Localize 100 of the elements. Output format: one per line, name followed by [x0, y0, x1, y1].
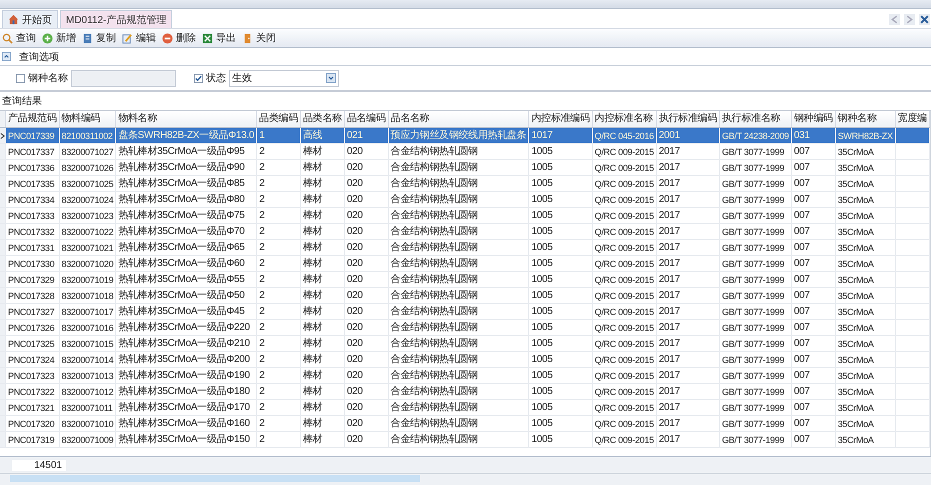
table-cell: 007	[794, 194, 810, 204]
table-cell: 合金结构钢热轧圆钢	[390, 338, 478, 348]
table-cell: GB/T 3077-1999	[722, 386, 784, 396]
table-cell: PNC017331	[8, 242, 54, 252]
table-row[interactable]: PNC017339 82100311002 盘条SWRH82B-ZX一级品Φ13.0 1 高线 021 预应力钢丝及钢绞线用热轧盘条 1017 Q/RC 045-2016 2001 GB/T 24238-2009 031 SWRH82B-ZX	[0, 128, 930, 144]
table-cell: 合金结构钢热轧圆钢	[390, 242, 478, 252]
table-cell: GB/T 3077-1999	[722, 194, 784, 204]
table-cell: 热轧棒材35CrMoA一级品Φ70	[118, 226, 245, 236]
table-cell: 2	[259, 274, 264, 284]
table-row[interactable]: PNC017324 83200071014 热轧棒材35CrMoA一级品Φ200 2 棒材 020 合金结构钢热轧圆钢 1005 Q/RC 009-2015 2017 GB/T 3077-1999 007 35CrMoA	[0, 352, 930, 368]
table-cell: 1005	[531, 290, 552, 300]
table-cell: Q/RC 009-2015	[594, 402, 654, 412]
input-field[interactable]	[71, 70, 176, 86]
status-dropdown[interactable]: 生效	[229, 70, 339, 86]
table-cell: 020	[346, 402, 363, 412]
toolbar-button[interactable]: 导出	[202, 31, 236, 45]
column-header[interactable]: 品类名称	[300, 111, 344, 128]
pencil-icon	[122, 32, 133, 44]
table-row[interactable]: PNC017331 83200071021 热轧棒材35CrMoA一级品Φ65 2 棒材 020 合金结构钢热轧圆钢 1005 Q/RC 009-2015 2017 GB/T 3077-1999 007 35CrMoA	[0, 240, 930, 256]
toolbar-button[interactable]: 复制	[82, 31, 116, 45]
table-row[interactable]: PNC017330 83200071020 热轧棒材35CrMoA一级品Φ60 2 棒材 020 合金结构钢热轧圆钢 1005 Q/RC 009-2015 2017 GB/T 3077-1999 007 35CrMoA	[0, 256, 930, 272]
table-cell: PNC017325	[8, 338, 54, 348]
table-cell: 棒材	[303, 402, 322, 412]
table-cell: 35CrMoA	[838, 162, 874, 172]
table-cell: 007	[794, 162, 810, 172]
table-row[interactable]: PNC017337 83200071027 热轧棒材35CrMoA一级品Φ95 2 棒材 020 合金结构钢热轧圆钢 1005 Q/RC 009-2015 2017 GB/T 3077-1999 007 35CrMoA	[0, 144, 930, 160]
checkbox[interactable]	[16, 74, 25, 82]
table-row[interactable]: PNC017326 83200071016 热轧棒材35CrMoA一级品Φ220 2 棒材 020 合金结构钢热轧圆钢 1005 Q/RC 009-2015 2017 GB/T 3077-1999 007 35CrMoA	[0, 320, 930, 336]
column-header[interactable]: 物料名称	[116, 111, 257, 128]
table-cell: 2	[259, 210, 264, 220]
column-header[interactable]: 执行标准名称	[719, 111, 792, 128]
toolbar-button[interactable]: 关闭	[242, 31, 276, 45]
table-row[interactable]: PNC017334 83200071024 热轧棒材35CrMoA一级品Φ80 2 棒材 020 合金结构钢热轧圆钢 1005 Q/RC 009-2015 2017 GB/T 3077-1999 007 35CrMoA	[0, 192, 930, 208]
toolbar-button[interactable]: 查询	[2, 31, 36, 45]
table-cell: PNC017334	[8, 194, 54, 204]
table-cell: PNC017319	[8, 434, 54, 444]
checkbox[interactable]	[194, 74, 203, 82]
table-row[interactable]: PNC017335 83200071025 热轧棒材35CrMoA一级品Φ85 2 棒材 020 合金结构钢热轧圆钢 1005 Q/RC 009-2015 2017 GB/T 3077-1999 007 35CrMoA	[0, 176, 930, 192]
table-cell: 2017	[658, 210, 680, 220]
table-cell: 棒材	[303, 386, 322, 396]
table-cell: 35CrMoA	[838, 306, 874, 316]
column-header[interactable]: 宽度编	[895, 111, 930, 128]
table-row[interactable]: PNC017328 83200071018 热轧棒材35CrMoA一级品Φ50 2 棒材 020 合金结构钢热轧圆钢 1005 Q/RC 009-2015 2017 GB/T 3077-1999 007 35CrMoA	[0, 288, 930, 304]
column-header[interactable]: 执行标准编码	[656, 111, 720, 128]
table-row[interactable]: PNC017319 83200071009 热轧棒材35CrMoA一级品Φ150 2 棒材 020 合金结构钢热轧圆钢 1005 Q/RC 009-2015 2017 GB/T 3077-1999 007 35CrMoA	[0, 432, 930, 448]
column-header[interactable]: 品类编码	[256, 111, 300, 128]
table-cell: 83200071010	[62, 418, 114, 428]
column-header[interactable]: 内控标准名称	[592, 111, 656, 128]
table-cell: 020	[346, 210, 363, 220]
table-cell: 1005	[531, 194, 552, 204]
table-cell: 83200071018	[62, 290, 114, 300]
table-row[interactable]: PNC017332 83200071022 热轧棒材35CrMoA一级品Φ70 2 棒材 020 合金结构钢热轧圆钢 1005 Q/RC 009-2015 2017 GB/T 3077-1999 007 35CrMoA	[0, 224, 930, 240]
toolbar-button[interactable]: 新增	[42, 31, 76, 45]
right-arrow-icon[interactable]	[904, 14, 915, 25]
table-cell: 1005	[531, 338, 552, 348]
left-arrow-icon[interactable]	[889, 14, 900, 25]
table-cell: Q/RC 009-2015	[594, 194, 654, 204]
table-cell: Q/RC 009-2015	[594, 146, 654, 156]
table-cell: 83200071020	[62, 258, 114, 268]
tab[interactable]: 开始页	[2, 10, 58, 28]
table-row[interactable]: PNC017323 83200071013 热轧棒材35CrMoA一级品Φ190 2 棒材 020 合金结构钢热轧圆钢 1005 Q/RC 009-2015 2017 GB/T 3077-1999 007 35CrMoA	[0, 368, 930, 384]
home-icon	[8, 14, 19, 25]
table-cell: 83200071019	[62, 274, 114, 284]
table-cell: 007	[794, 290, 810, 300]
table-cell: Q/RC 009-2015	[594, 354, 654, 364]
column-header[interactable]: 内控标准编码	[528, 111, 592, 128]
column-header[interactable]: 钢种编码	[791, 111, 836, 128]
table-row[interactable]: PNC017320 83200071010 热轧棒材35CrMoA一级品Φ160 2 棒材 020 合金结构钢热轧圆钢 1005 Q/RC 009-2015 2017 GB/T 3077-1999 007 35CrMoA	[0, 416, 930, 432]
table-row[interactable]: PNC017325 83200071015 热轧棒材35CrMoA一级品Φ210 2 棒材 020 合金结构钢热轧圆钢 1005 Q/RC 009-2015 2017 GB/T 3077-1999 007 35CrMoA	[0, 336, 930, 352]
table-cell: PNC017339	[8, 130, 54, 140]
tab[interactable]: MD0112-产品规范管理	[60, 10, 172, 28]
table-cell: 盘条SWRH82B-ZX一级品Φ13.0	[118, 130, 254, 140]
collapse-icon[interactable]	[2, 52, 11, 61]
table-cell: GB/T 24238-2009	[722, 130, 789, 140]
close-icon[interactable]	[919, 14, 930, 25]
table-cell: 预应力钢丝及钢绞线用热轧盘条	[390, 130, 526, 140]
table-row[interactable]: PNC017333 83200071023 热轧棒材35CrMoA一级品Φ75 2 棒材 020 合金结构钢热轧圆钢 1005 Q/RC 009-2015 2017 GB/T 3077-1999 007 35CrMoA	[0, 208, 930, 224]
toolbar-button[interactable]: 删除	[162, 31, 196, 45]
table-cell: 35CrMoA	[838, 146, 874, 156]
table-cell: GB/T 3077-1999	[722, 242, 784, 252]
table-row[interactable]: PNC017321 83200071011 热轧棒材35CrMoA一级品Φ170 2 棒材 020 合金结构钢热轧圆钢 1005 Q/RC 009-2015 2017 GB/T 3077-1999 007 35CrMoA	[0, 400, 930, 416]
table-row[interactable]: PNC017322 83200071012 热轧棒材35CrMoA一级品Φ180 2 棒材 020 合金结构钢热轧圆钢 1005 Q/RC 009-2015 2017 GB/T 3077-1999 007 35CrMoA	[0, 384, 930, 400]
horizontal-scrollbar[interactable]	[0, 473, 931, 485]
column-header[interactable]: 品名编码	[344, 111, 388, 128]
column-header[interactable]: 品名名称	[388, 111, 529, 128]
column-header[interactable]: 钢种名称	[835, 111, 896, 128]
table-cell: 棒材	[303, 338, 322, 348]
table-cell: PNC017328	[8, 290, 54, 300]
table-row[interactable]: PNC017327 83200071017 热轧棒材35CrMoA一级品Φ45 2 棒材 020 合金结构钢热轧圆钢 1005 Q/RC 009-2015 2017 GB/T 3077-1999 007 35CrMoA	[0, 304, 930, 320]
column-header[interactable]: 产品规范码	[6, 111, 60, 128]
column-header[interactable]: 物料编码	[59, 111, 116, 128]
table-cell: 2	[259, 306, 264, 316]
table-cell: 2	[259, 242, 264, 252]
table-row[interactable]: PNC017336 83200071026 热轧棒材35CrMoA一级品Φ90 2 棒材 020 合金结构钢热轧圆钢 1005 Q/RC 009-2015 2017 GB/T 3077-1999 007 35CrMoA	[0, 160, 930, 176]
table-cell: 020	[346, 242, 363, 252]
table-cell: 合金结构钢热轧圆钢	[390, 290, 478, 300]
table-row[interactable]: PNC017329 83200071019 热轧棒材35CrMoA一级品Φ55 2 棒材 020 合金结构钢热轧圆钢 1005 Q/RC 009-2015 2017 GB/T 3077-1999 007 35CrMoA	[0, 272, 930, 288]
table-cell: 棒材	[303, 290, 322, 300]
toolbar-button[interactable]: 编辑	[122, 31, 156, 45]
table-cell: 棒材	[303, 194, 322, 204]
